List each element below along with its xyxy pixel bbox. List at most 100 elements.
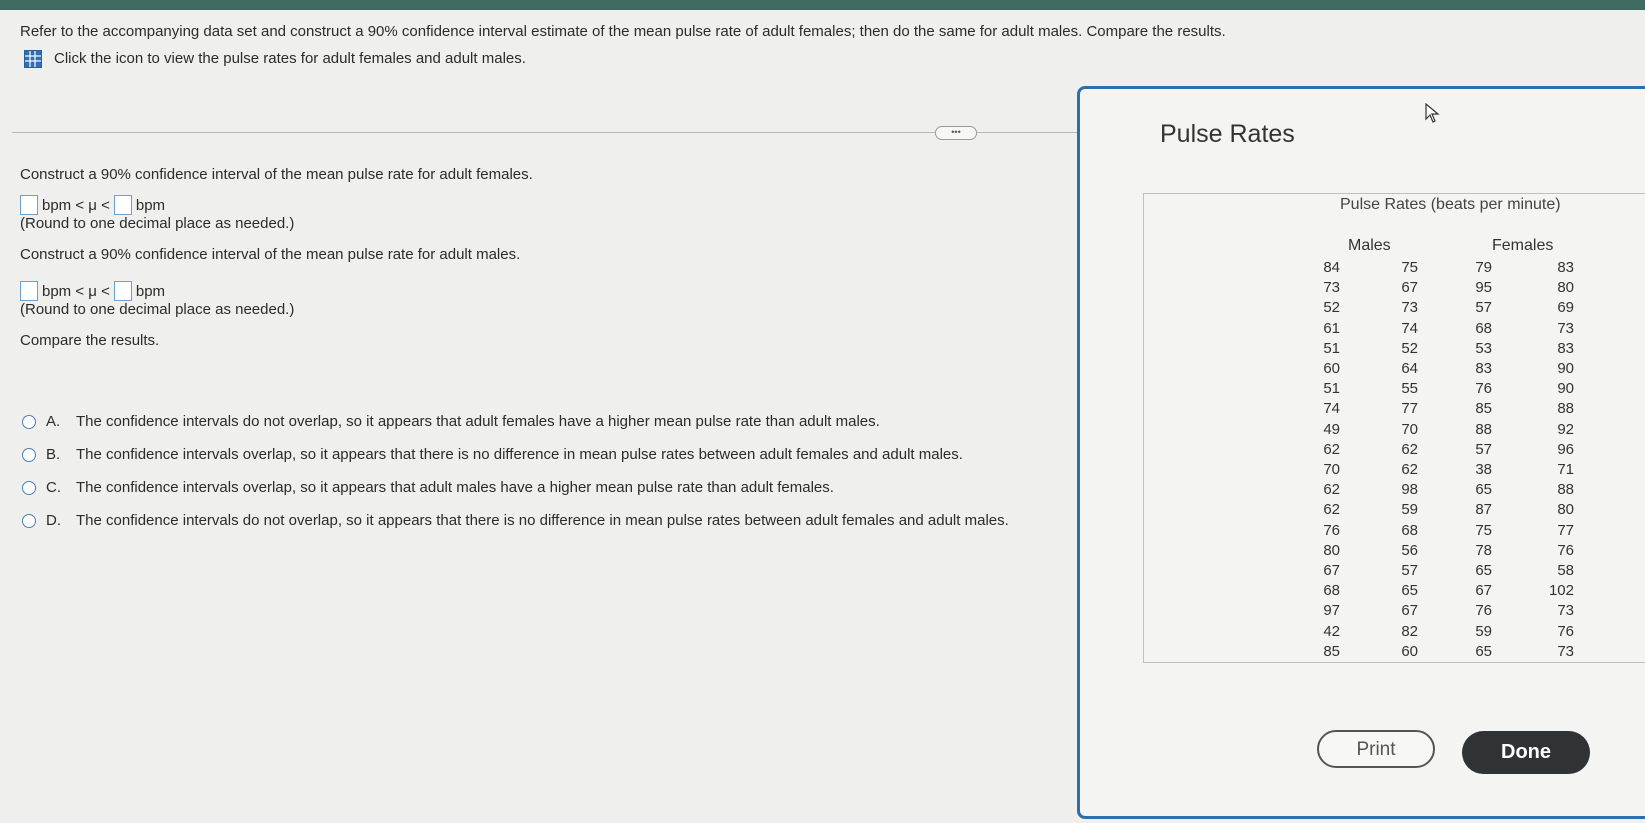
table-cell: 58 [1557,562,1574,580]
choice-c[interactable]: C. The confidence intervals overlap, so … [22,471,1009,504]
male-unit-right: bpm [135,282,166,300]
table-cell: 70 [1323,461,1340,479]
females-column-2: 83 80 69 73 83 90 90 88 92 96 71 88 80 77 76 58 102 73 76 7… [1534,258,1574,662]
table-cell: 65 [1475,481,1492,499]
choice-text: The confidence intervals overlap, so it … [76,446,963,463]
table-cell: 67 [1401,602,1418,620]
table-cell: 95 [1475,279,1492,297]
table-cell: 76 [1323,521,1340,539]
table-title: Pulse Rates (beats per minute) [1340,196,1561,213]
table-cell: 70 [1401,420,1418,438]
table-cell: 74 [1401,319,1418,337]
table-cell: 76 [1475,380,1492,398]
answer-section: Construct a 90% confidence interval of t… [20,166,533,349]
males-column-2: 75 67 73 74 52 64 55 77 70 62 62 98 59 68 56 57 65 67 82 60 [1378,258,1418,662]
female-lower-input[interactable] [20,195,38,215]
table-cell: 74 [1323,400,1340,418]
table-cell: 78 [1475,541,1492,559]
compare-prompt: Compare the results. [20,332,160,349]
table-cell: 88 [1557,481,1574,499]
table-cell: 90 [1557,380,1574,398]
top-bar [0,0,1645,10]
table-cell: 84 [1323,259,1340,276]
table-cell: 62 [1323,481,1340,499]
radio-c[interactable] [22,480,36,495]
table-cell: 49 [1323,420,1340,438]
more-button[interactable]: ••• [935,126,977,140]
table-cell: 85 [1323,642,1340,660]
table-cell: 87 [1475,501,1492,519]
males-header: Males [1348,237,1391,254]
table-cell: 75 [1475,521,1492,539]
table-cell: 79 [1475,259,1492,276]
table-cell: 51 [1323,339,1340,357]
table-cell: 68 [1401,521,1418,539]
choice-d[interactable]: D. The confidence intervals do not overl… [22,504,1009,537]
table-cell: 62 [1323,501,1340,519]
table-cell: 57 [1401,562,1418,580]
section-divider [12,132,1077,133]
male-ci-prompt: Construct a 90% confidence interval of t… [20,246,521,263]
female-upper-input[interactable] [113,195,132,215]
table-cell: 80 [1557,279,1574,297]
table-cell: 71 [1557,461,1574,479]
table-cell: 42 [1323,622,1340,640]
table-cell: 68 [1475,319,1492,337]
table-cell: 62 [1323,440,1340,458]
table-cell: 60 [1323,360,1340,378]
table-cell: 52 [1401,339,1418,357]
table-cell: 73 [1401,299,1418,317]
table-cell: 65 [1401,582,1418,600]
table-cell: 76 [1475,602,1492,620]
table-cell: 88 [1557,400,1574,418]
radio-a[interactable] [22,414,36,429]
table-cell: 75 [1401,259,1418,276]
print-button[interactable]: Print [1317,730,1435,768]
table-cell: 88 [1475,420,1492,438]
table-cell: 60 [1401,642,1418,660]
table-cell: 67 [1323,562,1340,580]
male-round-note: (Round to one decimal place as needed.) [20,301,295,318]
table-cell: 62 [1401,440,1418,458]
data-link-text: Click the icon to view the pulse rates f… [54,50,526,67]
choice-letter: C. [46,479,61,496]
table-cell: 83 [1557,259,1574,276]
table-cell: 57 [1475,440,1492,458]
table-cell: 92 [1557,420,1574,438]
table-cell: 76 [1557,541,1574,559]
radio-b[interactable] [22,447,36,462]
table-cell: 76 [1557,622,1574,640]
choice-text: The confidence intervals do not overlap,… [76,413,880,430]
male-lower-input[interactable] [20,281,38,301]
table-cell: 65 [1475,642,1492,660]
table-cell: 82 [1401,622,1418,640]
table-cell: 68 [1323,582,1340,600]
table-cell: 51 [1323,380,1340,398]
table-cell: 98 [1401,481,1418,499]
choice-letter: B. [46,446,61,463]
popup-title: Pulse Rates [1160,120,1295,148]
table-cell: 59 [1475,622,1492,640]
done-button[interactable]: Done [1462,731,1590,774]
choice-a[interactable]: A. The confidence intervals do not overl… [22,405,1009,438]
table-cell: 65 [1475,562,1492,580]
female-unit-left: bpm < μ < [42,196,110,214]
table-cell: 102 [1548,582,1574,600]
table-cell: 73 [1557,319,1574,337]
choice-b[interactable]: B. The confidence intervals overlap, so … [22,438,1009,471]
instruction-text: Refer to the accompanying data set and c… [20,23,1226,40]
table-cell: 52 [1323,299,1340,317]
table-cell: 80 [1323,541,1340,559]
table-cell: 73 [1323,279,1340,297]
data-table-icon[interactable] [24,50,42,68]
table-cell: 69 [1557,299,1574,317]
females-header: Females [1492,237,1554,254]
radio-d[interactable] [22,513,36,528]
female-round-note: (Round to one decimal place as needed.) [20,215,295,232]
choice-letter: A. [46,413,61,430]
male-unit-left: bpm < μ < [42,282,110,300]
table-cell: 59 [1401,501,1418,519]
table-cell: 67 [1401,279,1418,297]
table-cell: 62 [1401,461,1418,479]
male-upper-input[interactable] [113,281,132,301]
